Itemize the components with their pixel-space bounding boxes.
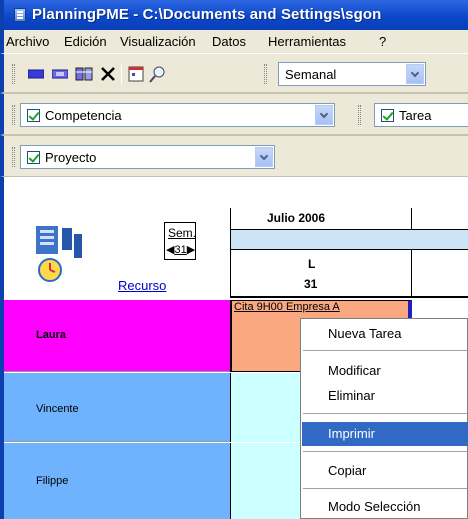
week-number: 31 <box>174 244 187 256</box>
resource-link[interactable]: Recurso <box>118 278 166 293</box>
view-select-value: Semanal <box>285 67 337 82</box>
resource-row-vincente[interactable]: Vincente <box>4 373 230 442</box>
resource-row-filippe[interactable]: Filippe <box>4 443 230 519</box>
ctx-modo-seleccion[interactable]: Modo Selección <box>302 495 468 519</box>
ctx-imprimir[interactable]: Imprimir <box>302 422 468 446</box>
toolbar-grip[interactable] <box>12 64 15 84</box>
proyecto-checkbox[interactable] <box>27 151 40 164</box>
menu-datos[interactable]: Datos <box>212 34 246 49</box>
ctx-nueva-tarea-label: Nueva Tarea <box>328 326 402 341</box>
toolbar-grip-2[interactable] <box>264 64 267 84</box>
color-bar-icon[interactable] <box>26 65 46 83</box>
toolbar-filters: Competencia Tarea <box>0 93 468 135</box>
ctx-copiar-label: Copiar <box>328 463 367 478</box>
ctx-separator <box>303 350 467 351</box>
toolbar-grip[interactable] <box>12 147 15 167</box>
toolbar-project: Proyecto <box>0 135 468 177</box>
zoom-icon[interactable] <box>148 65 168 83</box>
tarea-filter[interactable]: Tarea <box>374 103 468 127</box>
toolbar-separator <box>121 65 122 85</box>
ctx-nueva-tarea[interactable]: Nueva Tarea <box>302 322 468 346</box>
week-nav[interactable]: ◀31▶ <box>166 243 195 256</box>
proyecto-filter[interactable]: Proyecto <box>20 145 275 169</box>
competencia-filter[interactable]: Competencia <box>20 103 335 127</box>
ctx-eliminar-label: Eliminar <box>328 388 375 403</box>
ctx-modificar[interactable]: Modificar <box>302 359 468 383</box>
title-bar[interactable]: PlanningPME - C:\Documents and Settings\… <box>0 0 468 30</box>
chevron-down-icon[interactable] <box>406 64 424 84</box>
ctx-eliminar[interactable]: Eliminar <box>302 384 468 408</box>
tarea-label: Tarea <box>399 108 432 123</box>
toolbar-grip-2[interactable] <box>358 105 361 125</box>
resource-name: Laura <box>36 329 66 341</box>
week-band <box>230 230 468 250</box>
toolbar-spacer <box>0 177 468 208</box>
ctx-copiar[interactable]: Copiar <box>302 459 468 483</box>
resource-row-laura[interactable]: Laura <box>4 300 230 372</box>
month-label: Julio 2006 <box>267 211 326 225</box>
ctx-separator <box>303 451 467 452</box>
month-divider <box>411 208 412 230</box>
day-number: 31 <box>304 277 318 291</box>
day-header: L 31 <box>230 250 468 298</box>
ctx-modificar-label: Modificar <box>328 363 381 378</box>
ctx-separator <box>303 488 467 489</box>
proyecto-label: Proyecto <box>45 150 97 165</box>
toolbar-grip[interactable] <box>12 105 15 125</box>
app-icon[interactable] <box>14 8 26 22</box>
delete-x-icon[interactable] <box>98 65 118 83</box>
tarea-checkbox[interactable] <box>381 109 394 122</box>
appointment-label: Cita 9H00 Empresa A <box>234 301 340 313</box>
menu-herramientas[interactable]: Herramientas <box>268 34 346 49</box>
week-label[interactable]: Sem. <box>168 226 196 240</box>
menu-help[interactable]: ? <box>379 34 386 49</box>
color-bar-alt-icon[interactable] <box>50 65 70 83</box>
menu-archivo[interactable]: Archivo <box>6 34 49 49</box>
context-menu: Nueva Tarea Modificar Eliminar Imprimir … <box>300 318 468 519</box>
ctx-imprimir-label: Imprimir <box>328 426 375 441</box>
ctx-separator <box>303 413 467 414</box>
day-letter: L <box>308 257 316 271</box>
chevron-down-icon[interactable] <box>255 147 273 167</box>
competencia-label: Competencia <box>45 108 122 123</box>
calendar-icon[interactable] <box>126 65 146 83</box>
month-header: Julio 2006 <box>230 208 468 230</box>
resource-name: Vincente <box>36 403 79 415</box>
ctx-modo-seleccion-label: Modo Selección <box>328 499 421 514</box>
day-divider <box>411 250 412 298</box>
chevron-down-icon[interactable] <box>315 105 333 125</box>
week-box: Sem. ◀31▶ <box>164 222 196 260</box>
filter-icon[interactable] <box>74 65 94 83</box>
menu-edicion[interactable]: Edición <box>64 34 107 49</box>
planningpme-logo <box>34 224 92 286</box>
resource-name: Filippe <box>36 475 69 487</box>
toolbar-main: Semanal <box>0 53 468 93</box>
menu-visualizacion[interactable]: Visualización <box>120 34 196 49</box>
menu-bar: Archivo Edición Visualización Datos Herr… <box>0 30 468 53</box>
view-select[interactable]: Semanal <box>278 62 426 86</box>
window-title: PlanningPME - C:\Documents and Settings\… <box>32 6 382 23</box>
competencia-checkbox[interactable] <box>27 109 40 122</box>
